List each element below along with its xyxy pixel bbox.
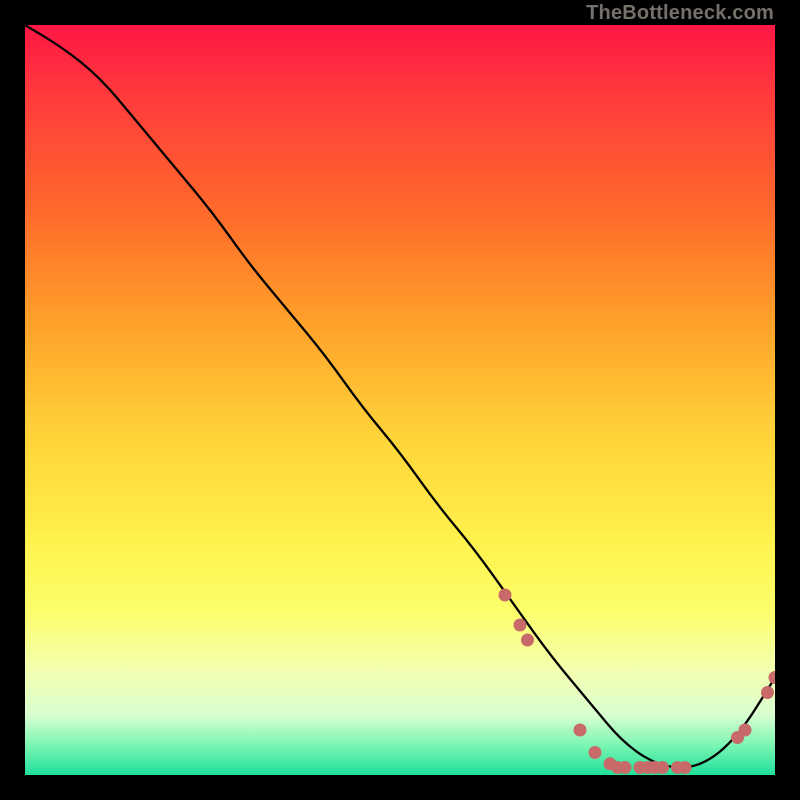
data-point-marker: [679, 761, 692, 774]
watermark-label: TheBottleneck.com: [586, 2, 774, 25]
data-point-marker: [514, 619, 527, 632]
chart-frame: TheBottleneck.com: [0, 0, 800, 800]
data-point-marker: [589, 746, 602, 759]
plot-area: [25, 25, 775, 775]
data-point-marker: [619, 761, 632, 774]
data-point-marker: [761, 686, 774, 699]
data-point-marker: [499, 589, 512, 602]
data-point-marker: [739, 724, 752, 737]
data-point-marker: [574, 724, 587, 737]
bottleneck-curve: [25, 25, 775, 775]
data-point-marker: [521, 634, 534, 647]
data-point-marker: [769, 671, 776, 684]
data-point-marker: [656, 761, 669, 774]
